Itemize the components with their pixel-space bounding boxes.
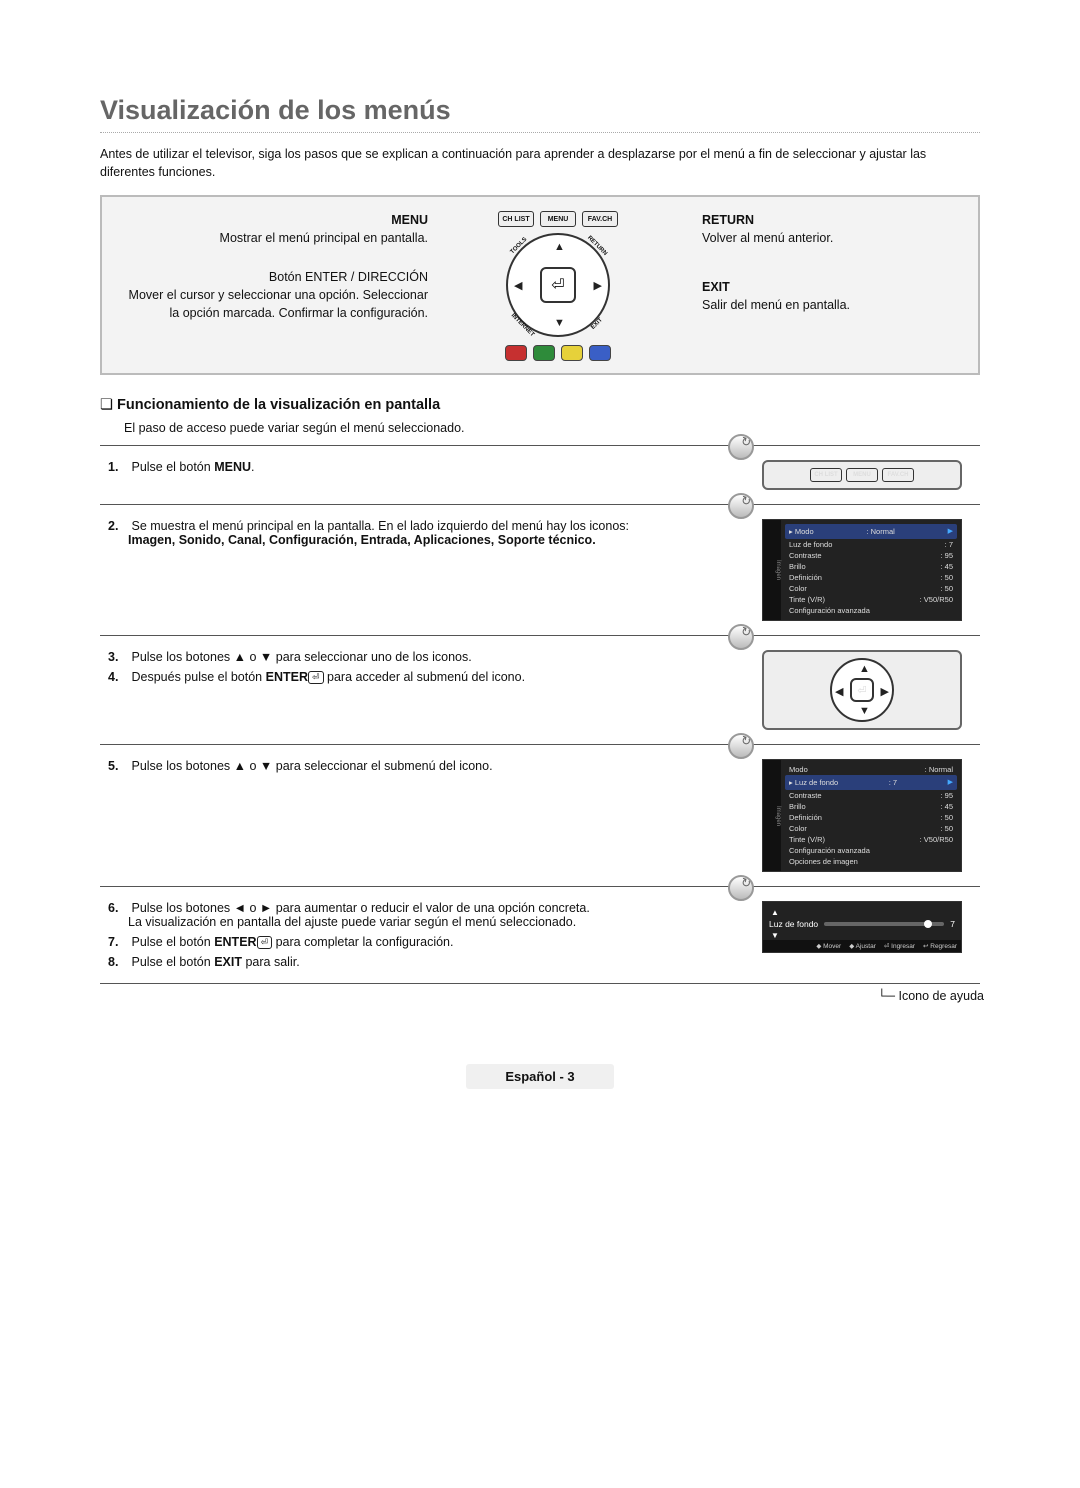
step-bold: Imagen, Sonido, Canal, Configuración, En… — [128, 533, 596, 547]
chlist-button-icon: CH LIST — [498, 211, 534, 227]
menu-desc: Mostrar el menú principal en pantalla. — [220, 231, 428, 245]
return-desc: Volver al menú anterior. — [702, 231, 833, 245]
step-number: 6. — [108, 901, 128, 915]
step-number: 5. — [108, 759, 128, 773]
step-number: 4. — [108, 670, 128, 684]
right-arrow-icon: ▶ — [594, 279, 602, 292]
step-bold: EXIT — [214, 955, 242, 969]
steps-table: 1. Pulse el botón MENU. ↻ CH LIST MENU F… — [100, 445, 980, 984]
step-bold: ENTER — [266, 670, 308, 684]
osd-thumbnail: Imagen ▸ Modo: NormalLuz de fondo: 7Cont… — [762, 519, 962, 621]
exit-label: EXIT — [702, 280, 730, 294]
intro-text: Antes de utilizar el televisor, siga los… — [100, 145, 980, 181]
step-text: Pulse el botón — [131, 935, 214, 949]
down-arrow-icon: ▼ — [554, 317, 565, 329]
enter-glyph-icon: ⏎ — [308, 671, 324, 684]
step-text: para completar la configuración. — [276, 935, 454, 949]
step-number: 2. — [108, 519, 128, 533]
subsection-heading: Funcionamiento de la visualización en pa… — [100, 397, 980, 413]
step-text: Después pulse el botón — [131, 670, 265, 684]
return-label: RETURN — [702, 213, 754, 227]
enter-center-icon: ⏎ — [540, 267, 576, 303]
remote-thumbnail: CH LIST MENU FAV.CH — [762, 460, 962, 490]
step-text: . — [251, 460, 254, 474]
step-text: para salir. — [245, 955, 299, 969]
slider-thumbnail: ▲ Luz de fondo7 ▼ ◆ Mover◆ Ajustar⏎ Ingr… — [762, 901, 962, 953]
blue-button-icon — [589, 345, 611, 361]
left-arrow-icon: ◀ — [514, 279, 522, 292]
enter-direction-label: Botón ENTER / DIRECCIÓN — [269, 270, 428, 284]
step-text: Pulse los botones ▲ o ▼ para seleccionar… — [131, 650, 471, 664]
step-number: 7. — [108, 935, 128, 949]
step-number: 3. — [108, 650, 128, 664]
page-title: Visualización de los menús — [100, 95, 980, 133]
green-button-icon — [533, 345, 555, 361]
subsection-intro: El paso de acceso puede variar según el … — [124, 421, 980, 435]
page-footer: Español - 3 — [466, 1064, 614, 1089]
step-bold: ENTER — [214, 935, 256, 949]
menu-button-icon: MENU — [540, 211, 576, 227]
step-text: Se muestra el menú principal en la panta… — [131, 519, 629, 533]
menu-label: MENU — [391, 213, 428, 227]
favch-button-icon: FAV.CH — [582, 211, 618, 227]
step-text: Pulse los botones ▲ o ▼ para seleccionar… — [131, 759, 492, 773]
tools-corner-icon: TOOLS — [508, 235, 531, 258]
step-text: Pulse el botón — [131, 955, 214, 969]
step-text: Pulse los botones ◄ o ► para aumentar o … — [131, 901, 589, 915]
up-arrow-icon: ▲ — [554, 241, 565, 253]
return-corner-icon: RETURN — [586, 235, 609, 258]
exit-desc: Salir del menú en pantalla. — [702, 298, 850, 312]
dpad-icon: ⏎ ▲ ▼ ◀ ▶ TOOLS RETURN INTERNET EXIT — [506, 233, 610, 337]
enter-glyph-icon: ⏎ — [257, 936, 273, 949]
step-bold: MENU — [214, 460, 251, 474]
step-text: para acceder al submenú del icono. — [327, 670, 525, 684]
enter-direction-desc: Mover el cursor y seleccionar una opción… — [129, 288, 428, 320]
yellow-button-icon — [561, 345, 583, 361]
step-number: 8. — [108, 955, 128, 969]
remote-diagram: CH LIST MENU FAV.CH ⏎ ▲ ▼ ◀ ▶ TOOLS RETU… — [478, 211, 638, 361]
exit-corner-icon: EXIT — [586, 313, 609, 336]
dpad-thumbnail: ⏎ ▲ ▼ ◀ ▶ — [762, 650, 962, 730]
step-text: La visualización en pantalla del ajuste … — [128, 915, 746, 929]
red-button-icon — [505, 345, 527, 361]
osd-thumbnail: Imagen Modo: Normal▸ Luz de fondo: 7Cont… — [762, 759, 962, 872]
step-number: 1. — [108, 460, 128, 474]
internet-corner-icon: INTERNET — [510, 313, 533, 336]
remote-explainer-box: MENU Mostrar el menú principal en pantal… — [100, 195, 980, 375]
step-text: Pulse el botón — [131, 460, 214, 474]
help-icon-label: └─ Icono de ayuda — [877, 989, 984, 1003]
